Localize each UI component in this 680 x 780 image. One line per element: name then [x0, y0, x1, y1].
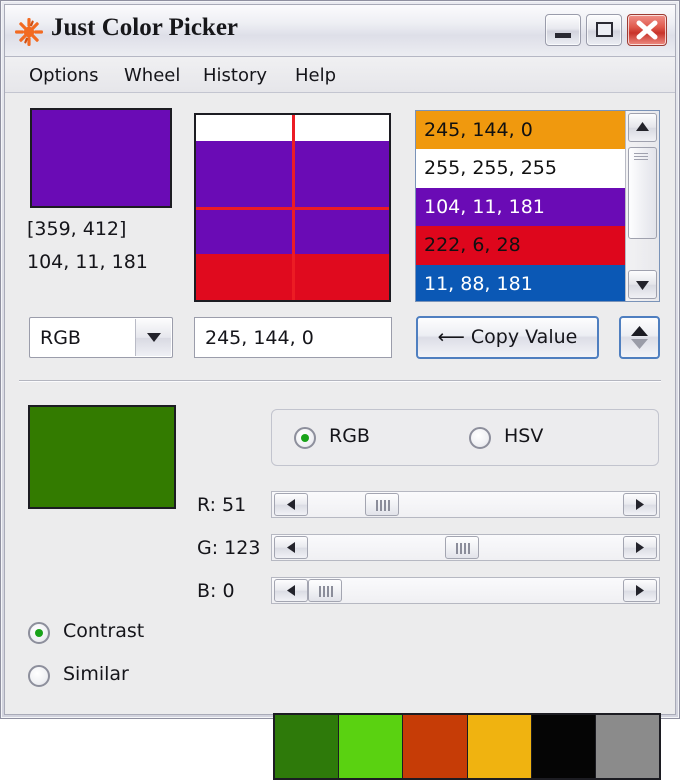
maximize-button[interactable] — [586, 14, 622, 46]
radio-similar-label: Similar — [63, 663, 129, 685]
crosshair-horizontal — [196, 206, 389, 210]
palette-swatch[interactable] — [339, 715, 404, 778]
title-bar: Just Color Picker — [5, 5, 675, 57]
color-history-list[interactable]: 245, 144, 0 255, 255, 255 104, 11, 181 222,… — [415, 110, 660, 302]
main-content: [359, 412] 104, 11, 181 245, 144, 0 255, … — [5, 93, 675, 780]
slider-grip-icon — [375, 500, 390, 511]
section-divider — [19, 380, 661, 382]
history-item[interactable]: 11, 88, 181 — [416, 264, 625, 301]
close-button[interactable] — [627, 14, 667, 46]
close-icon — [628, 15, 666, 45]
radio-contrast-label: Contrast — [63, 620, 145, 642]
slider-decrease-r[interactable] — [274, 493, 308, 516]
scroll-down-button[interactable] — [628, 270, 657, 299]
slider-thumb-g[interactable] — [444, 536, 479, 559]
history-scrollbar[interactable] — [625, 111, 659, 301]
history-item[interactable]: 104, 11, 181 — [416, 187, 625, 227]
menu-item-history[interactable]: History — [197, 63, 273, 88]
palette-swatch[interactable] — [467, 715, 532, 778]
suggested-palette — [273, 713, 661, 780]
history-item[interactable]: 255, 255, 255 — [416, 149, 625, 188]
minimize-button[interactable] — [545, 14, 581, 46]
history-item[interactable]: 222, 6, 28 — [416, 226, 625, 265]
slider-track-b[interactable] — [271, 577, 660, 604]
current-color-value: 104, 11, 181 — [27, 251, 148, 273]
menu-item-wheel[interactable]: Wheel — [118, 63, 186, 88]
radio-similar[interactable] — [28, 665, 50, 687]
slider-row-r: R: 51 — [5, 491, 675, 519]
minimize-icon — [555, 33, 571, 38]
radio-hsv[interactable] — [469, 427, 491, 449]
app-window: Just Color Picker Options Wheel History … — [0, 0, 680, 780]
up-down-spinner-icon — [621, 326, 658, 361]
menu-item-options[interactable]: Options — [23, 63, 104, 88]
window-inner-frame: Just Color Picker Options Wheel History … — [4, 4, 676, 780]
slider-grip-icon — [319, 586, 333, 597]
slider-label-r: R: 51 — [197, 494, 247, 516]
palette-swatch[interactable] — [275, 715, 340, 778]
radio-contrast[interactable] — [28, 622, 50, 644]
current-color-swatch — [30, 108, 172, 208]
slider-thumb-b[interactable] — [308, 579, 342, 602]
history-spinner-button[interactable] — [619, 316, 660, 359]
slider-row-g: G: 123 — [5, 534, 675, 562]
palette-swatch[interactable] — [595, 715, 660, 778]
slider-decrease-b[interactable] — [274, 579, 308, 602]
slider-increase-b[interactable] — [623, 579, 657, 602]
starburst-icon — [14, 17, 44, 47]
color-mode-group: RGB HSV — [271, 409, 659, 466]
slider-track-g[interactable] — [271, 534, 660, 561]
radio-rgb-label: RGB — [329, 425, 370, 447]
menu-bar: Options Wheel History Help — [5, 57, 675, 93]
radio-hsv-label: HSV — [504, 425, 544, 447]
color-value-text: 245, 144, 0 — [205, 327, 314, 349]
slider-thumb-r[interactable] — [364, 493, 399, 516]
maximize-icon — [596, 22, 613, 37]
radio-rgb[interactable] — [294, 427, 316, 449]
color-format-select[interactable]: RGB — [29, 317, 173, 358]
slider-label-b: B: 0 — [197, 580, 235, 602]
slider-row-b: B: 0 — [5, 577, 675, 605]
menu-item-help[interactable]: Help — [289, 63, 342, 88]
window-title: Just Color Picker — [51, 14, 239, 41]
slider-increase-r[interactable] — [623, 493, 657, 516]
slider-track-r[interactable] — [271, 491, 660, 518]
chevron-down-icon[interactable] — [135, 319, 171, 356]
slider-increase-g[interactable] — [623, 536, 657, 559]
palette-swatch[interactable] — [403, 715, 468, 778]
scrollbar-grip-icon — [634, 153, 648, 162]
color-format-value: RGB — [40, 327, 81, 349]
scroll-up-button[interactable] — [628, 113, 657, 142]
slider-grip-icon — [455, 543, 470, 554]
history-items-container: 245, 144, 0 255, 255, 255 104, 11, 181 222,… — [416, 111, 625, 301]
magnifier-preview — [194, 113, 391, 302]
history-item[interactable]: 245, 144, 0 — [416, 111, 625, 150]
cursor-coordinates: [359, 412] — [27, 218, 127, 240]
window-controls — [545, 14, 667, 46]
slider-decrease-g[interactable] — [274, 536, 308, 559]
color-value-input[interactable]: 245, 144, 0 — [194, 317, 392, 358]
palette-swatch[interactable] — [531, 715, 596, 778]
copy-value-button[interactable]: ⟵ Copy Value — [416, 316, 599, 359]
slider-label-g: G: 123 — [197, 537, 261, 559]
